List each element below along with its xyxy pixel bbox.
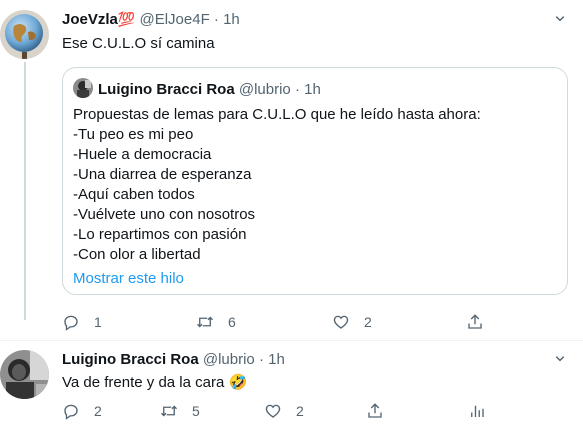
tweet-luigino[interactable]: Luigino Bracci Roa @lubrio · 1h Va de fr…: [0, 341, 583, 425]
retweet-button[interactable]: 6: [196, 311, 236, 333]
like-count: 2: [364, 314, 372, 330]
quote-line: -Huele a democracia: [73, 146, 212, 163]
tweet-time[interactable]: 1h: [223, 11, 240, 28]
more-icon[interactable]: [551, 348, 569, 369]
share-button[interactable]: [366, 400, 384, 422]
retweet-count: 6: [228, 314, 236, 330]
quote-line: -Vuélvete uno con nosotros: [73, 206, 256, 223]
like-button[interactable]: 2: [332, 311, 372, 333]
like-button[interactable]: 2: [264, 400, 304, 422]
avatar-joevzla[interactable]: [0, 10, 49, 59]
tweet-text: Va de frente y da la cara 🤣: [62, 373, 247, 393]
tweet-joevzla[interactable]: JoeVzla💯 @ElJoe4F · 1h Ese C.U.L.O sí ca…: [0, 0, 583, 340]
tweet-header: JoeVzla💯 @ElJoe4F · 1h: [62, 9, 240, 30]
avatar-luigino[interactable]: [0, 350, 49, 399]
reply-icon: [64, 315, 78, 331]
quoted-tweet[interactable]: Luigino Bracci Roa @lubrio · 1h Propuest…: [62, 67, 568, 295]
tweet-text: Ese C.U.L.O sí camina: [62, 35, 215, 52]
tweet-time[interactable]: 1h: [268, 351, 285, 368]
more-icon[interactable]: [551, 8, 569, 29]
hundred-points-icon: 💯: [117, 11, 136, 27]
quote-author-handle: @lubrio: [238, 81, 291, 98]
quote-line: Propuestas de lemas para C.U.L.O que he …: [73, 106, 481, 123]
heart-icon: [265, 404, 281, 418]
separator-dot: ·: [294, 81, 300, 98]
reply-button[interactable]: 1: [62, 311, 102, 333]
share-icon: [368, 403, 382, 418]
reply-icon: [64, 404, 78, 420]
tweet-text-content: Va de frente y da la cara: [62, 374, 225, 391]
tweet-header: Luigino Bracci Roa @lubrio · 1h: [62, 350, 285, 370]
author-name[interactable]: JoeVzla: [62, 11, 118, 28]
quote-line: -Lo repartimos con pasión: [73, 226, 247, 243]
tweet-actions: 1 6 2: [62, 311, 562, 333]
analytics-button[interactable]: [468, 400, 486, 422]
show-thread-link[interactable]: Mostrar este hilo: [73, 269, 481, 289]
quote-body: Propuestas de lemas para C.U.L.O que he …: [73, 105, 481, 289]
quote-line: -Con olor a libertad: [73, 246, 201, 263]
quote-author-name: Luigino Bracci Roa: [98, 81, 235, 98]
analytics-icon: [471, 405, 484, 417]
quote-time: 1h: [304, 81, 321, 98]
reply-button[interactable]: 2: [62, 400, 102, 422]
rolling-laughing-emoji-icon: 🤣: [228, 374, 248, 391]
retweet-icon: [197, 316, 213, 328]
retweet-icon: [161, 405, 177, 417]
author-name[interactable]: Luigino Bracci Roa: [62, 351, 199, 368]
share-icon: [468, 314, 482, 329]
thread-line: [24, 62, 26, 320]
quote-header: Luigino Bracci Roa @lubrio · 1h: [73, 78, 321, 100]
author-handle[interactable]: @ElJoe4F: [139, 11, 209, 28]
quote-line: -Una diarrea de esperanza: [73, 166, 252, 183]
reply-count: 1: [94, 314, 102, 330]
separator-dot: ·: [213, 11, 219, 28]
share-button[interactable]: [466, 311, 484, 333]
tweet-actions: 2 5 2: [62, 400, 562, 422]
retweet-count: 5: [192, 403, 200, 419]
quote-line: -Tu peo es mi peo: [73, 126, 194, 143]
quote-avatar: [73, 78, 93, 98]
separator-dot: ·: [258, 351, 264, 368]
like-count: 2: [296, 403, 304, 419]
reply-count: 2: [94, 403, 102, 419]
quote-line: -Aquí caben todos: [73, 186, 195, 203]
heart-icon: [333, 315, 349, 329]
retweet-button[interactable]: 5: [160, 400, 200, 422]
author-handle[interactable]: @lubrio: [203, 351, 255, 368]
